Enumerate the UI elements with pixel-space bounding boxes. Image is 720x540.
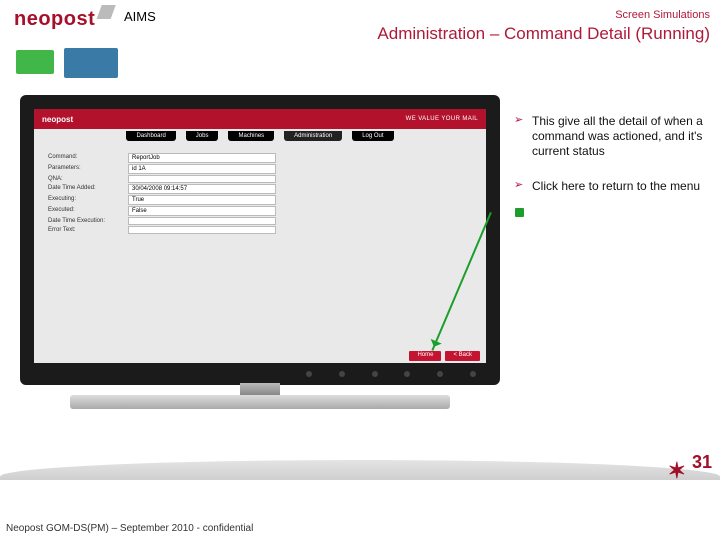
row-executed: Executed:False [46,206,276,216]
notes-list: This give all the detail of when a comma… [514,114,708,214]
monitor-bezel: neopost WE VALUE YOUR MAIL Dashboard Job… [20,95,500,385]
tab-machines[interactable]: Machines [228,131,274,141]
product-name: AIMS [124,9,156,24]
app-header: neopost WE VALUE YOUR MAIL [34,109,486,129]
row-executing: Executing:True [46,195,276,205]
footer-swoosh [0,460,720,480]
footer-text: Neopost GOM-DS(PM) – September 2010 - co… [6,523,253,534]
app-tabs: Dashboard Jobs Machines Administration L… [34,131,486,141]
row-command: Command:ReportJob [46,153,276,163]
slide-title-main: Administration – Command Detail (Running… [377,24,710,44]
app-logo: neopost [42,115,73,124]
decorative-blocks [16,42,126,86]
note-item: Click here to return to the menu [514,179,708,194]
row-qna: QNA: [46,175,276,183]
monitor-mockup: neopost WE VALUE YOUR MAIL Dashboard Job… [20,95,500,415]
tab-logout[interactable]: Log Out [352,131,393,141]
tab-jobs[interactable]: Jobs [186,131,219,141]
back-button[interactable]: < Back [445,351,480,361]
corner-logo-icon: ✶ [668,458,686,484]
row-date-exec: Date Time Execution: [46,217,276,225]
app-screen: neopost WE VALUE YOUR MAIL Dashboard Job… [34,109,486,363]
callout-dot-icon [515,208,524,217]
row-date-added: Date Time Added:30/04/2008 09:14:57 [46,184,276,194]
command-detail-grid: Command:ReportJob Parameters:id 1A QNA: … [46,153,276,235]
row-parameters: Parameters:id 1A [46,164,276,174]
note-item: This give all the detail of when a comma… [514,114,708,159]
monitor-base [70,395,450,409]
brand-swoosh-icon [97,5,116,19]
monitor-hw-buttons [306,371,476,381]
page-number: 31 [692,452,712,473]
brand-logo: neopost [14,8,111,31]
row-error: Error Text: [46,226,276,234]
app-tagline: WE VALUE YOUR MAIL [406,116,478,122]
blue-block-icon [64,48,118,78]
tab-administration[interactable]: Administration [284,131,342,141]
slide-title-small: Screen Simulations [615,9,710,21]
tab-dashboard[interactable]: Dashboard [126,131,175,141]
green-block-icon [16,50,54,74]
app-bottom-bar: Home < Back [34,349,486,363]
